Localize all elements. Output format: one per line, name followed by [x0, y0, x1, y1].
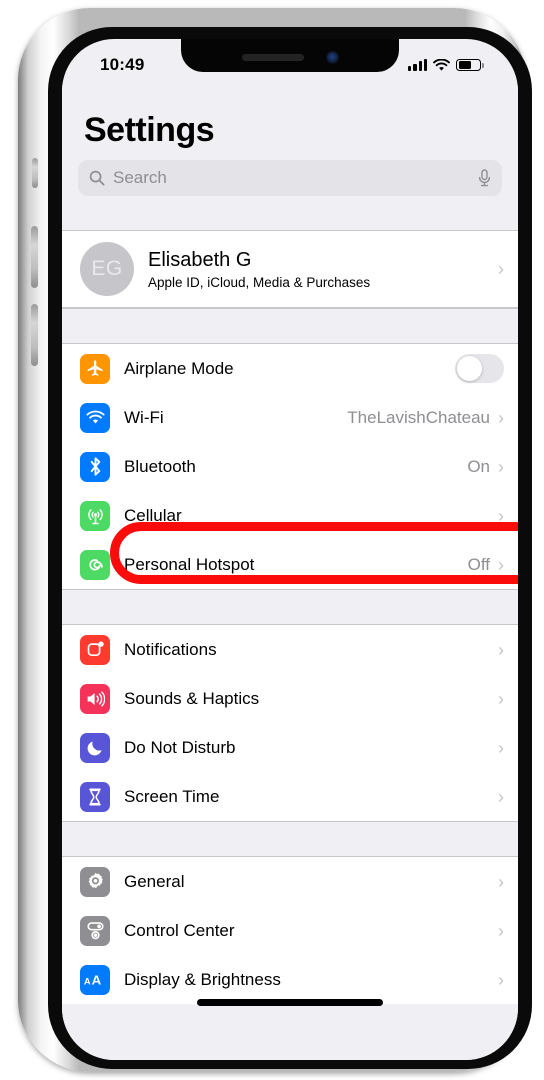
- chevron-right-icon: ›: [498, 920, 504, 941]
- settings-row-label: Display & Brightness: [124, 969, 281, 989]
- wifi-icon: [433, 58, 450, 71]
- cellular-icon: [80, 500, 110, 531]
- settings-row-label: Control Center: [124, 920, 235, 940]
- speaker-grille-icon: [241, 54, 304, 61]
- settings-row-screen-time[interactable]: Screen Time ›: [62, 772, 518, 821]
- search-input[interactable]: Search: [78, 160, 502, 196]
- status-time: 10:49: [100, 55, 145, 74]
- sounds-icon: [80, 683, 110, 714]
- toggle-switch[interactable]: [455, 354, 504, 383]
- settings-groups: Airplane Mode Wi-Fi TheLavishChateau › Bluet…: [62, 308, 518, 1004]
- settings-row-value: On: [467, 456, 490, 476]
- bluetooth-icon: [80, 451, 110, 482]
- microphone-icon[interactable]: [478, 169, 491, 187]
- gear-icon: [80, 866, 110, 897]
- chevron-right-icon: ›: [498, 505, 504, 526]
- silent-switch[interactable]: [32, 158, 38, 188]
- hourglass-icon: [80, 781, 110, 812]
- cellular-signal-icon: [408, 59, 427, 71]
- chevron-right-icon: ›: [498, 407, 504, 428]
- settings-group-connectivity: Airplane Mode Wi-Fi TheLavishChateau › Bluet…: [62, 344, 518, 589]
- settings-group-alerts: Notifications › Sounds & Haptics › Do Not Di…: [62, 625, 518, 821]
- status-indicators: [408, 58, 484, 72]
- chevron-right-icon: ›: [498, 969, 504, 990]
- settings-row-label: Do Not Disturb: [124, 737, 236, 757]
- settings-row-label: Personal Hotspot: [124, 554, 255, 574]
- chevron-right-icon: ›: [498, 871, 504, 892]
- moon-icon: [80, 732, 110, 763]
- settings-row-general[interactable]: General ›: [62, 857, 518, 906]
- settings-row-label: Airplane Mode: [124, 358, 234, 378]
- home-indicator[interactable]: [197, 999, 383, 1006]
- settings-row-do-not-disturb[interactable]: Do Not Disturb ›: [62, 723, 518, 772]
- volume-down-button[interactable]: [31, 304, 38, 366]
- chevron-right-icon: ›: [498, 639, 504, 660]
- apple-id-subtitle: Apple ID, iCloud, Media & Purchases: [148, 274, 371, 290]
- settings-row-wi-fi[interactable]: Wi-Fi TheLavishChateau ›: [62, 393, 518, 442]
- settings-row-label: Cellular: [124, 505, 182, 525]
- apple-id-row[interactable]: EG Elisabeth G Apple ID, iCloud, Media &…: [62, 230, 518, 308]
- chevron-right-icon: ›: [498, 737, 504, 758]
- chevron-right-icon: ›: [498, 259, 504, 279]
- hotspot-icon: [80, 549, 110, 580]
- settings-row-label: Notifications: [124, 639, 217, 659]
- settings-group-system: General › Control Center › A A Display & Brigh…: [62, 857, 518, 1004]
- settings-row-airplane-mode[interactable]: Airplane Mode: [62, 344, 518, 393]
- avatar: EG: [80, 242, 134, 296]
- settings-row-display-brightness[interactable]: A A Display & Brightness ›: [62, 955, 518, 1004]
- settings-row-value: Off: [467, 554, 490, 574]
- group-separator-system: [62, 821, 518, 857]
- group-separator-connectivity: [62, 308, 518, 344]
- group-separator-alerts: [62, 589, 518, 625]
- notifications-icon: [80, 634, 110, 665]
- chevron-right-icon: ›: [498, 456, 504, 477]
- battery-icon: [456, 58, 484, 72]
- front-camera-icon: [325, 51, 339, 64]
- settings-scroll-view[interactable]: Settings Search EG Elisabeth G Apple ID,…: [62, 85, 518, 1060]
- settings-row-value: TheLavishChateau: [347, 407, 490, 427]
- chevron-right-icon: ›: [498, 688, 504, 709]
- spacer-above-apple-id: [62, 210, 518, 230]
- settings-row-notifications[interactable]: Notifications ›: [62, 625, 518, 674]
- display-brightness-icon: AA: [80, 964, 110, 995]
- settings-row-label: Sounds & Haptics: [124, 688, 260, 708]
- wifi-icon: [80, 402, 110, 433]
- chevron-right-icon: ›: [498, 554, 504, 575]
- settings-row-cellular[interactable]: Cellular ›: [62, 491, 518, 540]
- chevron-right-icon: ›: [498, 786, 504, 807]
- settings-row-label: Screen Time: [124, 786, 220, 806]
- page-title: Settings: [84, 111, 215, 149]
- settings-row-label: Wi-Fi: [124, 407, 164, 427]
- control-center-icon: [80, 915, 110, 946]
- search-placeholder: Search: [113, 168, 167, 187]
- settings-row-label: General: [124, 871, 185, 891]
- search-container: Search: [62, 160, 518, 210]
- settings-row-label: Bluetooth: [124, 456, 196, 476]
- settings-row-bluetooth[interactable]: Bluetooth On ›: [62, 442, 518, 491]
- notch: [181, 39, 399, 72]
- settings-row-control-center[interactable]: Control Center ›: [62, 906, 518, 955]
- apple-id-text: Elisabeth G Apple ID, iCloud, Media & Pu…: [148, 249, 498, 290]
- svg-text:A: A: [84, 975, 91, 986]
- apple-id-name: Elisabeth G: [148, 248, 252, 271]
- phone-screen: 10:49 Settings Search EG Elisabeth G App…: [62, 39, 518, 1060]
- phone-frame: 10:49 Settings Search EG Elisabeth G App…: [18, 8, 532, 1072]
- settings-row-sounds-haptics[interactable]: Sounds & Haptics ›: [62, 674, 518, 723]
- settings-row-personal-hotspot[interactable]: Personal Hotspot Off ›: [62, 540, 518, 589]
- volume-up-button[interactable]: [31, 226, 38, 288]
- svg-text:A: A: [92, 972, 102, 987]
- search-icon: [89, 170, 105, 186]
- airplane-icon: [80, 353, 110, 384]
